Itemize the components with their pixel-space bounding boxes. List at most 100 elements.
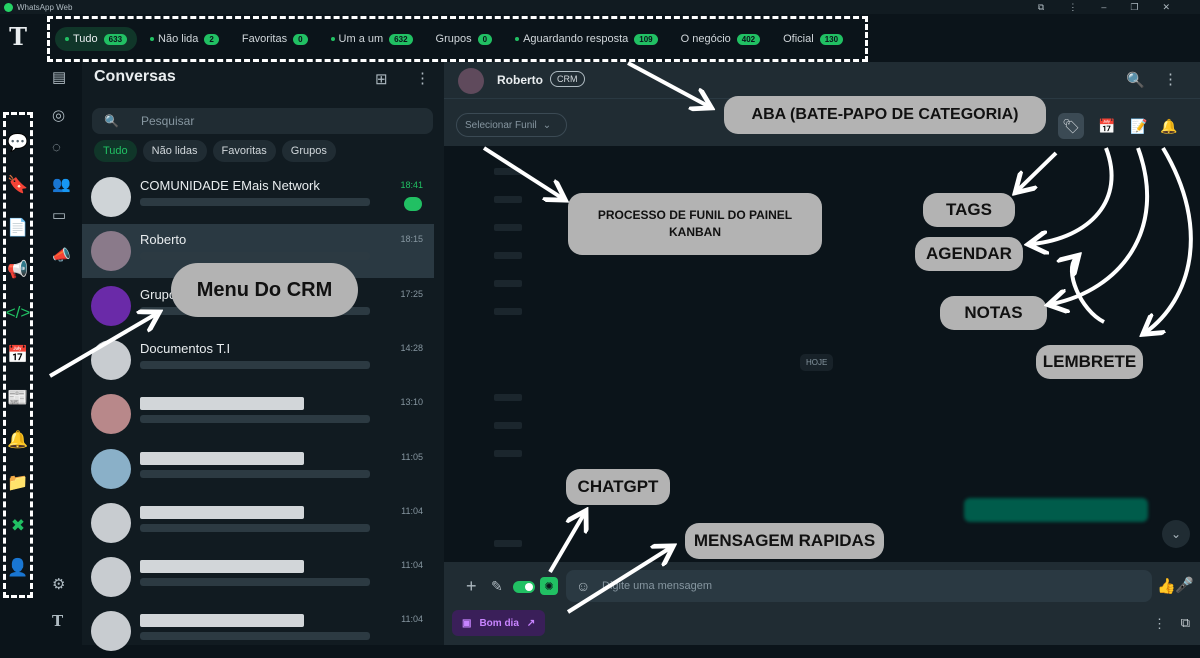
contact-name[interactable]: Roberto — [497, 73, 543, 87]
chat-list-title: Conversas — [94, 68, 176, 85]
callout-chatgpt: CHATGPT — [566, 469, 670, 505]
quick-reply-icon: ▣ — [462, 617, 472, 629]
shapes-icon[interactable]: ✖ — [11, 517, 25, 534]
tab-label: Tudo — [73, 33, 98, 45]
folder-icon[interactable]: 📁 — [7, 474, 28, 491]
profile-icon[interactable]: 👤 — [7, 559, 28, 576]
attach-icon[interactable]: + — [466, 576, 477, 597]
communities-icon[interactable]: 👥 — [52, 175, 71, 193]
avatar — [91, 557, 131, 598]
chat-row[interactable]: 11:04 — [82, 604, 434, 658]
megaphone-icon[interactable]: 📣 — [52, 246, 71, 264]
signature-toggle[interactable] — [513, 581, 535, 593]
tab-0[interactable]: Tudo 633 — [55, 27, 138, 51]
crm-chat-icon[interactable]: 💬 — [7, 134, 28, 151]
tab-count: 402 — [736, 33, 761, 45]
chat-row[interactable]: 11:05 — [82, 442, 434, 496]
tag-button[interactable]: 🏷 — [1058, 113, 1084, 139]
filter-chip[interactable]: Não lidas — [142, 140, 207, 162]
tab-5[interactable]: Aguardando resposta 109 — [505, 27, 668, 51]
chat-time: 18:41 — [400, 180, 423, 190]
tab-2[interactable]: Favoritas 0 — [232, 27, 318, 51]
avatar — [91, 394, 131, 435]
callout-lembrete: LEMBRETE — [1036, 345, 1143, 379]
campaign-icon[interactable]: 📢 — [7, 261, 28, 278]
microphone-icon[interactable]: 🎤 — [1175, 576, 1194, 594]
callout-funil: PROCESSO DE FUNIL DO PAINEL KANBAN — [568, 193, 822, 255]
menu-icon[interactable]: ⋮ — [415, 69, 430, 87]
callout-aba: ABA (BATE-PAPO DE CATEGORIA) — [724, 96, 1046, 134]
minimize-button[interactable]: – — [1101, 2, 1106, 12]
chat-row[interactable]: 11:04 — [82, 550, 434, 604]
signature-pen-icon[interactable]: ✎ — [491, 578, 503, 595]
blurred-message — [494, 394, 522, 401]
window-menu-icon[interactable]: ⋮ — [1068, 2, 1077, 13]
chat-list-panel: Conversas ⊞ ⋮ 🔍 Pesquisar Tudo Não lidas F… — [82, 62, 444, 652]
scroll-down-button[interactable]: ⌄ — [1162, 520, 1190, 548]
chat-row[interactable]: 13:10 — [82, 387, 434, 441]
chatgpt-button[interactable]: ✺ — [540, 577, 558, 595]
contact-avatar[interactable] — [458, 68, 484, 94]
calendar-icon[interactable]: 📅 — [7, 346, 28, 363]
report-icon[interactable]: 📰 — [7, 389, 28, 406]
schedule-button[interactable]: 📅 — [1094, 113, 1120, 139]
conversation-search-icon[interactable]: 🔍 — [1126, 71, 1145, 89]
avatar — [91, 285, 131, 326]
code-icon[interactable]: </> — [6, 304, 31, 321]
chat-filters: Tudo Não lidas Favoritas Grupos — [94, 140, 336, 162]
tab-1[interactable]: Não lida 2 — [140, 27, 229, 51]
crm-tag-badge: CRM — [550, 71, 585, 87]
message-preview — [140, 360, 370, 369]
tab-count: 0 — [477, 33, 493, 45]
chat-name: Roberto — [140, 232, 187, 248]
filter-chip[interactable]: Grupos — [281, 140, 336, 162]
tab-count: 130 — [819, 33, 844, 45]
filter-chip[interactable]: Tudo — [94, 140, 137, 162]
unread-dot-icon — [330, 37, 335, 41]
bell-icon[interactable]: 🔔 — [7, 431, 28, 448]
conversation-menu-icon[interactable]: ⋮ — [1163, 70, 1178, 88]
tab-6[interactable]: O negócio 402 — [671, 27, 771, 51]
bookmark-icon[interactable]: 🔖 — [7, 176, 28, 193]
whatsapp-logo-icon — [4, 2, 13, 12]
extension-icon[interactable]: ⧉ — [1038, 2, 1044, 13]
chat-time: 11:04 — [401, 614, 423, 625]
restore-button[interactable]: ❐ — [1130, 2, 1138, 13]
funnel-placeholder: Selecionar Funil — [465, 119, 537, 131]
tab-4[interactable]: Grupos 0 — [426, 27, 503, 51]
tab-count: 0 — [293, 33, 308, 45]
copy-icon[interactable]: ⧉ — [1181, 615, 1190, 631]
tab-count: 632 — [389, 33, 413, 45]
status-icon[interactable]: ◎ — [52, 106, 65, 124]
funnel-select[interactable]: Selecionar Funil ⌄ — [456, 113, 567, 137]
message-input[interactable]: ☺ Digite uma mensagem — [566, 570, 1152, 602]
redacted-name — [140, 505, 304, 519]
chat-row[interactable]: COMUNIDADE EMais Network 18:41 — [82, 170, 434, 224]
redacted-name — [140, 560, 304, 574]
profile-logo-icon[interactable]: T — [52, 612, 63, 630]
notes-button[interactable]: 📝 — [1126, 113, 1152, 139]
filter-chip[interactable]: Favoritas — [212, 140, 276, 162]
callout-menu-crm: Menu Do CRM — [171, 263, 358, 317]
chat-row[interactable]: Documentos T.I 14:28 — [82, 333, 434, 387]
thumbs-up-icon[interactable]: 👍 — [1157, 577, 1176, 595]
message-preview — [140, 632, 370, 641]
reminder-button[interactable]: 🔔 — [1156, 113, 1182, 139]
unread-dot-icon — [515, 37, 520, 41]
settings-icon[interactable]: ⚙ — [52, 575, 65, 593]
channels-icon[interactable]: ◌ — [52, 139, 61, 156]
emoji-icon[interactable]: ☺ — [576, 578, 590, 594]
new-chat-icon[interactable]: ⊞ — [375, 70, 388, 88]
quick-reply-button[interactable]: ▣ Bom dia ↗ — [452, 610, 546, 636]
composer-menu-icon[interactable]: ⋮ — [1153, 616, 1166, 632]
chats-icon[interactable]: ▤ — [52, 68, 66, 86]
tab-7[interactable]: Oficial 130 — [773, 27, 853, 51]
document-icon[interactable]: 📄 — [7, 219, 28, 236]
store-icon[interactable]: ▭ — [52, 206, 66, 224]
callout-tags: TAGS — [923, 193, 1015, 227]
search-input[interactable]: 🔍 Pesquisar — [92, 108, 433, 134]
message-preview — [140, 198, 370, 206]
close-button[interactable]: ✕ — [1162, 2, 1170, 13]
tab-3[interactable]: Um a um 632 — [321, 27, 423, 51]
chat-row[interactable]: 11:04 — [82, 496, 434, 550]
